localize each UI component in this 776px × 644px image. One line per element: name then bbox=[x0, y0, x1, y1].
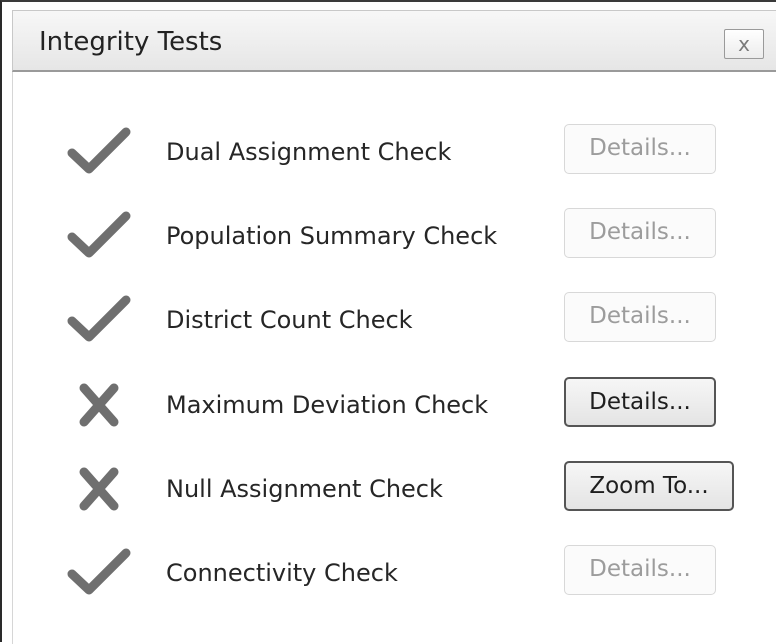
close-button[interactable]: x bbox=[724, 29, 764, 59]
check-label: Connectivity Check bbox=[166, 559, 398, 587]
dialog-titlebar[interactable]: Integrity Tests x bbox=[12, 10, 776, 72]
details-button[interactable]: Details... bbox=[564, 377, 716, 427]
details-button[interactable]: Details... bbox=[564, 292, 716, 342]
check-row-dual-assignment: Dual Assignment Check Details... bbox=[13, 122, 776, 182]
check-label: Population Summary Check bbox=[166, 222, 498, 250]
cross-icon bbox=[79, 467, 119, 511]
details-button[interactable]: Details... bbox=[564, 124, 716, 174]
check-icon bbox=[67, 295, 131, 342]
check-row-population-summary: Population Summary Check Details... bbox=[13, 206, 776, 266]
cross-icon bbox=[79, 383, 119, 427]
checks-list: Dual Assignment Check Details... Populat… bbox=[12, 72, 776, 644]
check-label: District Count Check bbox=[166, 306, 413, 334]
check-label: Maximum Deviation Check bbox=[166, 391, 489, 419]
check-icon bbox=[67, 548, 131, 595]
check-label: Dual Assignment Check bbox=[166, 138, 452, 166]
close-icon: x bbox=[738, 32, 750, 56]
check-icon bbox=[67, 127, 131, 174]
check-row-district-count: District Count Check Details... bbox=[13, 290, 776, 350]
zoom-to-button[interactable]: Zoom To... bbox=[564, 461, 734, 511]
dialog-title: Integrity Tests bbox=[39, 27, 223, 57]
details-button[interactable]: Details... bbox=[564, 208, 716, 258]
check-row-connectivity: Connectivity Check Details... bbox=[13, 543, 776, 603]
integrity-tests-dialog: Integrity Tests x Dual Assignment Check … bbox=[0, 0, 776, 644]
check-row-null-assignment: Null Assignment Check Zoom To... bbox=[13, 459, 776, 519]
check-row-maximum-deviation: Maximum Deviation Check Details... bbox=[13, 375, 776, 435]
check-icon bbox=[67, 211, 131, 258]
check-label: Null Assignment Check bbox=[166, 475, 443, 503]
details-button[interactable]: Details... bbox=[564, 545, 716, 595]
